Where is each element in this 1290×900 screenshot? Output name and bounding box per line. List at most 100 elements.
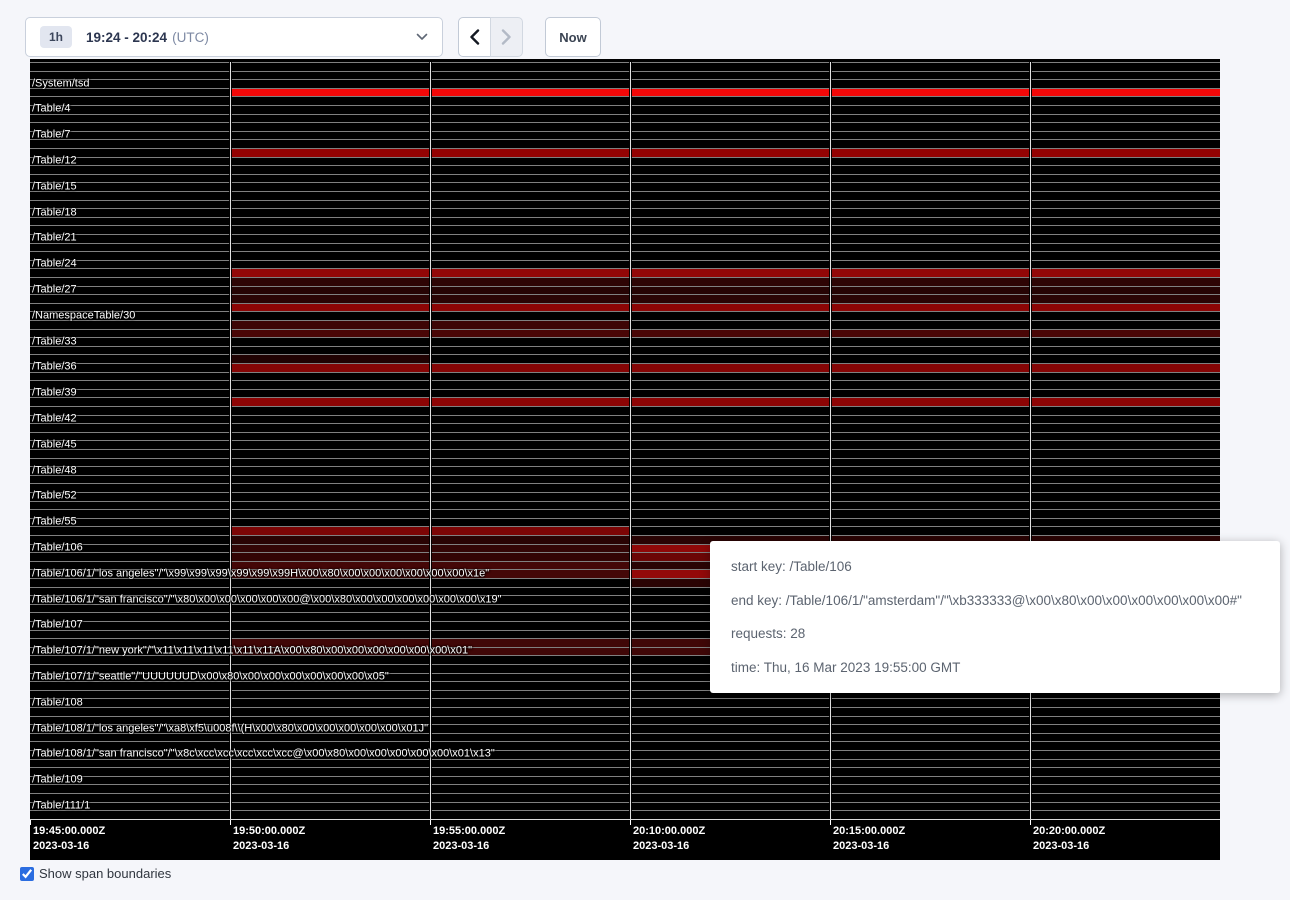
heatmap-cell-band[interactable]	[230, 304, 1220, 312]
heatmap-row[interactable]	[30, 105, 1220, 114]
heatmap-row[interactable]	[30, 346, 1220, 355]
show-span-boundaries-label: Show span boundaries	[39, 866, 171, 881]
heatmap-row[interactable]	[30, 707, 1220, 716]
heatmap-row[interactable]	[30, 518, 1220, 527]
heatmap-row[interactable]	[30, 225, 1220, 234]
axis-tick-label: 19:50:00.000Z2023-03-16	[233, 824, 305, 853]
heatmap-row[interactable]	[30, 698, 1220, 707]
heatmap-row[interactable]	[30, 354, 1220, 363]
axis-tick-label: 20:10:00.000Z2023-03-16	[633, 824, 705, 853]
heatmap-row[interactable]	[30, 406, 1220, 415]
heatmap-cell-band[interactable]	[230, 89, 1220, 97]
axis-date: 2023-03-16	[33, 839, 105, 854]
footer: Show span boundaries	[20, 866, 171, 881]
heatmap-row[interactable]	[30, 509, 1220, 518]
row-label: /Table/33	[32, 336, 77, 347]
bucket-boundary-line	[1030, 62, 1031, 819]
heatmap-cell-band[interactable]	[230, 355, 430, 363]
heatmap-row[interactable]	[30, 139, 1220, 148]
axis-time: 19:55:00.000Z	[433, 824, 505, 839]
heatmap-row[interactable]	[30, 372, 1220, 381]
key-visualizer-canvas[interactable]: /System/tsd/Table/4/Table/7/Table/12/Tab…	[30, 59, 1220, 860]
heatmap-row[interactable]	[30, 802, 1220, 811]
heatmap-row[interactable]	[30, 131, 1220, 140]
heatmap-row[interactable]	[30, 432, 1220, 441]
row-label: /Table/52	[32, 491, 77, 502]
heatmap-row[interactable]	[30, 114, 1220, 123]
axis-tick	[630, 820, 631, 825]
time-range-timezone: (UTC)	[172, 30, 209, 45]
heatmap-row[interactable]	[30, 449, 1220, 458]
heatmap-row[interactable]	[30, 458, 1220, 467]
show-span-boundaries-checkbox[interactable]	[20, 867, 34, 881]
axis-tick	[230, 820, 231, 825]
heatmap-row[interactable]	[30, 759, 1220, 768]
heatmap-cell-band[interactable]	[230, 330, 1220, 338]
next-time-button[interactable]	[490, 17, 523, 57]
heatmap-cell-band[interactable]	[230, 269, 1220, 277]
heatmap-row[interactable]	[30, 733, 1220, 742]
heatmap-row[interactable]	[30, 466, 1220, 475]
heatmap-row[interactable]	[30, 810, 1220, 819]
heatmap-row[interactable]	[30, 475, 1220, 484]
heatmap-row[interactable]	[30, 501, 1220, 510]
heatmap-row[interactable]	[30, 191, 1220, 200]
heatmap-row[interactable]	[30, 122, 1220, 131]
axis-tick-label: 19:55:00.000Z2023-03-16	[433, 824, 505, 853]
bucket-boundary-line	[630, 62, 631, 819]
chevron-right-icon	[501, 29, 512, 45]
heatmap-cell-band[interactable]	[230, 295, 1220, 303]
time-range-selector[interactable]: 1h 19:24 - 20:24 (UTC)	[25, 17, 443, 57]
heatmap-row[interactable]	[30, 415, 1220, 424]
axis-tick	[430, 820, 431, 825]
row-label: /Table/12	[32, 155, 77, 166]
axis-time: 20:20:00.000Z	[1033, 824, 1105, 839]
heatmap-row[interactable]	[30, 79, 1220, 88]
heatmap-row[interactable]	[30, 174, 1220, 183]
heatmap-cell-band[interactable]	[230, 398, 1220, 406]
axis-tick	[1030, 820, 1031, 825]
heatmap-row[interactable]	[30, 96, 1220, 105]
heatmap-row[interactable]	[30, 767, 1220, 776]
heatmap-row[interactable]	[30, 793, 1220, 802]
heatmap-row[interactable]	[30, 492, 1220, 501]
heatmap-row[interactable]	[30, 784, 1220, 793]
heatmap-row[interactable]	[30, 423, 1220, 432]
heatmap-row[interactable]	[30, 234, 1220, 243]
heatmap-row[interactable]	[30, 165, 1220, 174]
row-label: /Table/107/1/"seattle"/"UUUUUUD\x00\x80\…	[32, 671, 389, 682]
heatmap-row[interactable]	[30, 217, 1220, 226]
heatmap-row[interactable]	[30, 440, 1220, 449]
row-label: /Table/36	[32, 362, 77, 373]
heatmap-row[interactable]	[30, 208, 1220, 217]
heatmap-row[interactable]	[30, 311, 1220, 320]
heatmap-row[interactable]	[30, 157, 1220, 166]
heatmap-row[interactable]	[30, 71, 1220, 80]
now-button[interactable]: Now	[545, 17, 601, 57]
heatmap-row[interactable]	[30, 243, 1220, 252]
heatmap-row[interactable]	[30, 380, 1220, 389]
heatmap-row[interactable]	[30, 200, 1220, 209]
heatmap-row[interactable]	[30, 389, 1220, 398]
row-label: /Table/27	[32, 284, 77, 295]
heatmap-cell-band[interactable]	[230, 149, 1220, 157]
heatmap-row[interactable]	[30, 182, 1220, 191]
heatmap-row[interactable]	[30, 62, 1220, 71]
heatmap-cell-band[interactable]	[230, 278, 1220, 286]
row-label: /Table/108/1/"san francisco"/"\x8c\xcc\x…	[32, 749, 495, 760]
heatmap-row[interactable]	[30, 260, 1220, 269]
tooltip-end-key: end key: /Table/106/1/"amsterdam"/"\xb33…	[731, 584, 1259, 618]
heatmap-row[interactable]	[30, 483, 1220, 492]
axis-tick-label: 20:20:00.000Z2023-03-16	[1033, 824, 1105, 853]
heatmap-row[interactable]	[30, 776, 1220, 785]
heatmap-cell-band[interactable]	[230, 287, 1220, 295]
heatmap-row[interactable]	[30, 251, 1220, 260]
heatmap-cell-band[interactable]	[230, 364, 1220, 372]
row-label: /Table/45	[32, 439, 77, 450]
chevron-down-icon	[416, 33, 428, 41]
heatmap-row[interactable]	[30, 337, 1220, 346]
row-label: /Table/18	[32, 207, 77, 218]
row-label: /Table/107/1/"new york"/"\x11\x11\x11\x1…	[32, 646, 472, 657]
bucket-boundary-line	[430, 62, 431, 819]
prev-time-button[interactable]	[458, 17, 491, 57]
